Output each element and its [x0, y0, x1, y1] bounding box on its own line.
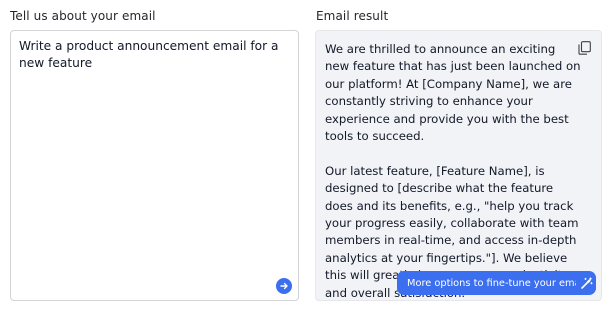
result-paragraph: We are thrilled to announce an exciting … — [325, 42, 581, 144]
finetune-options-button[interactable]: More options to fine-tune your email — [397, 271, 597, 295]
email-prompt-textarea[interactable]: Write a product announcement email for a… — [10, 30, 299, 301]
copy-icon[interactable] — [578, 41, 591, 55]
email-result-panel: We are thrilled to announce an exciting … — [315, 30, 602, 301]
arrow-right-icon — [280, 282, 288, 290]
finetune-wand-button[interactable] — [576, 273, 596, 293]
email-prompt-text: Write a product announcement email for a… — [19, 39, 279, 70]
email-result-text: We are thrilled to announce an exciting … — [325, 41, 583, 300]
result-section-label: Email result — [316, 9, 389, 23]
magic-wand-icon — [580, 276, 593, 289]
input-section-label: Tell us about your email — [10, 9, 156, 23]
send-button[interactable] — [276, 278, 292, 294]
